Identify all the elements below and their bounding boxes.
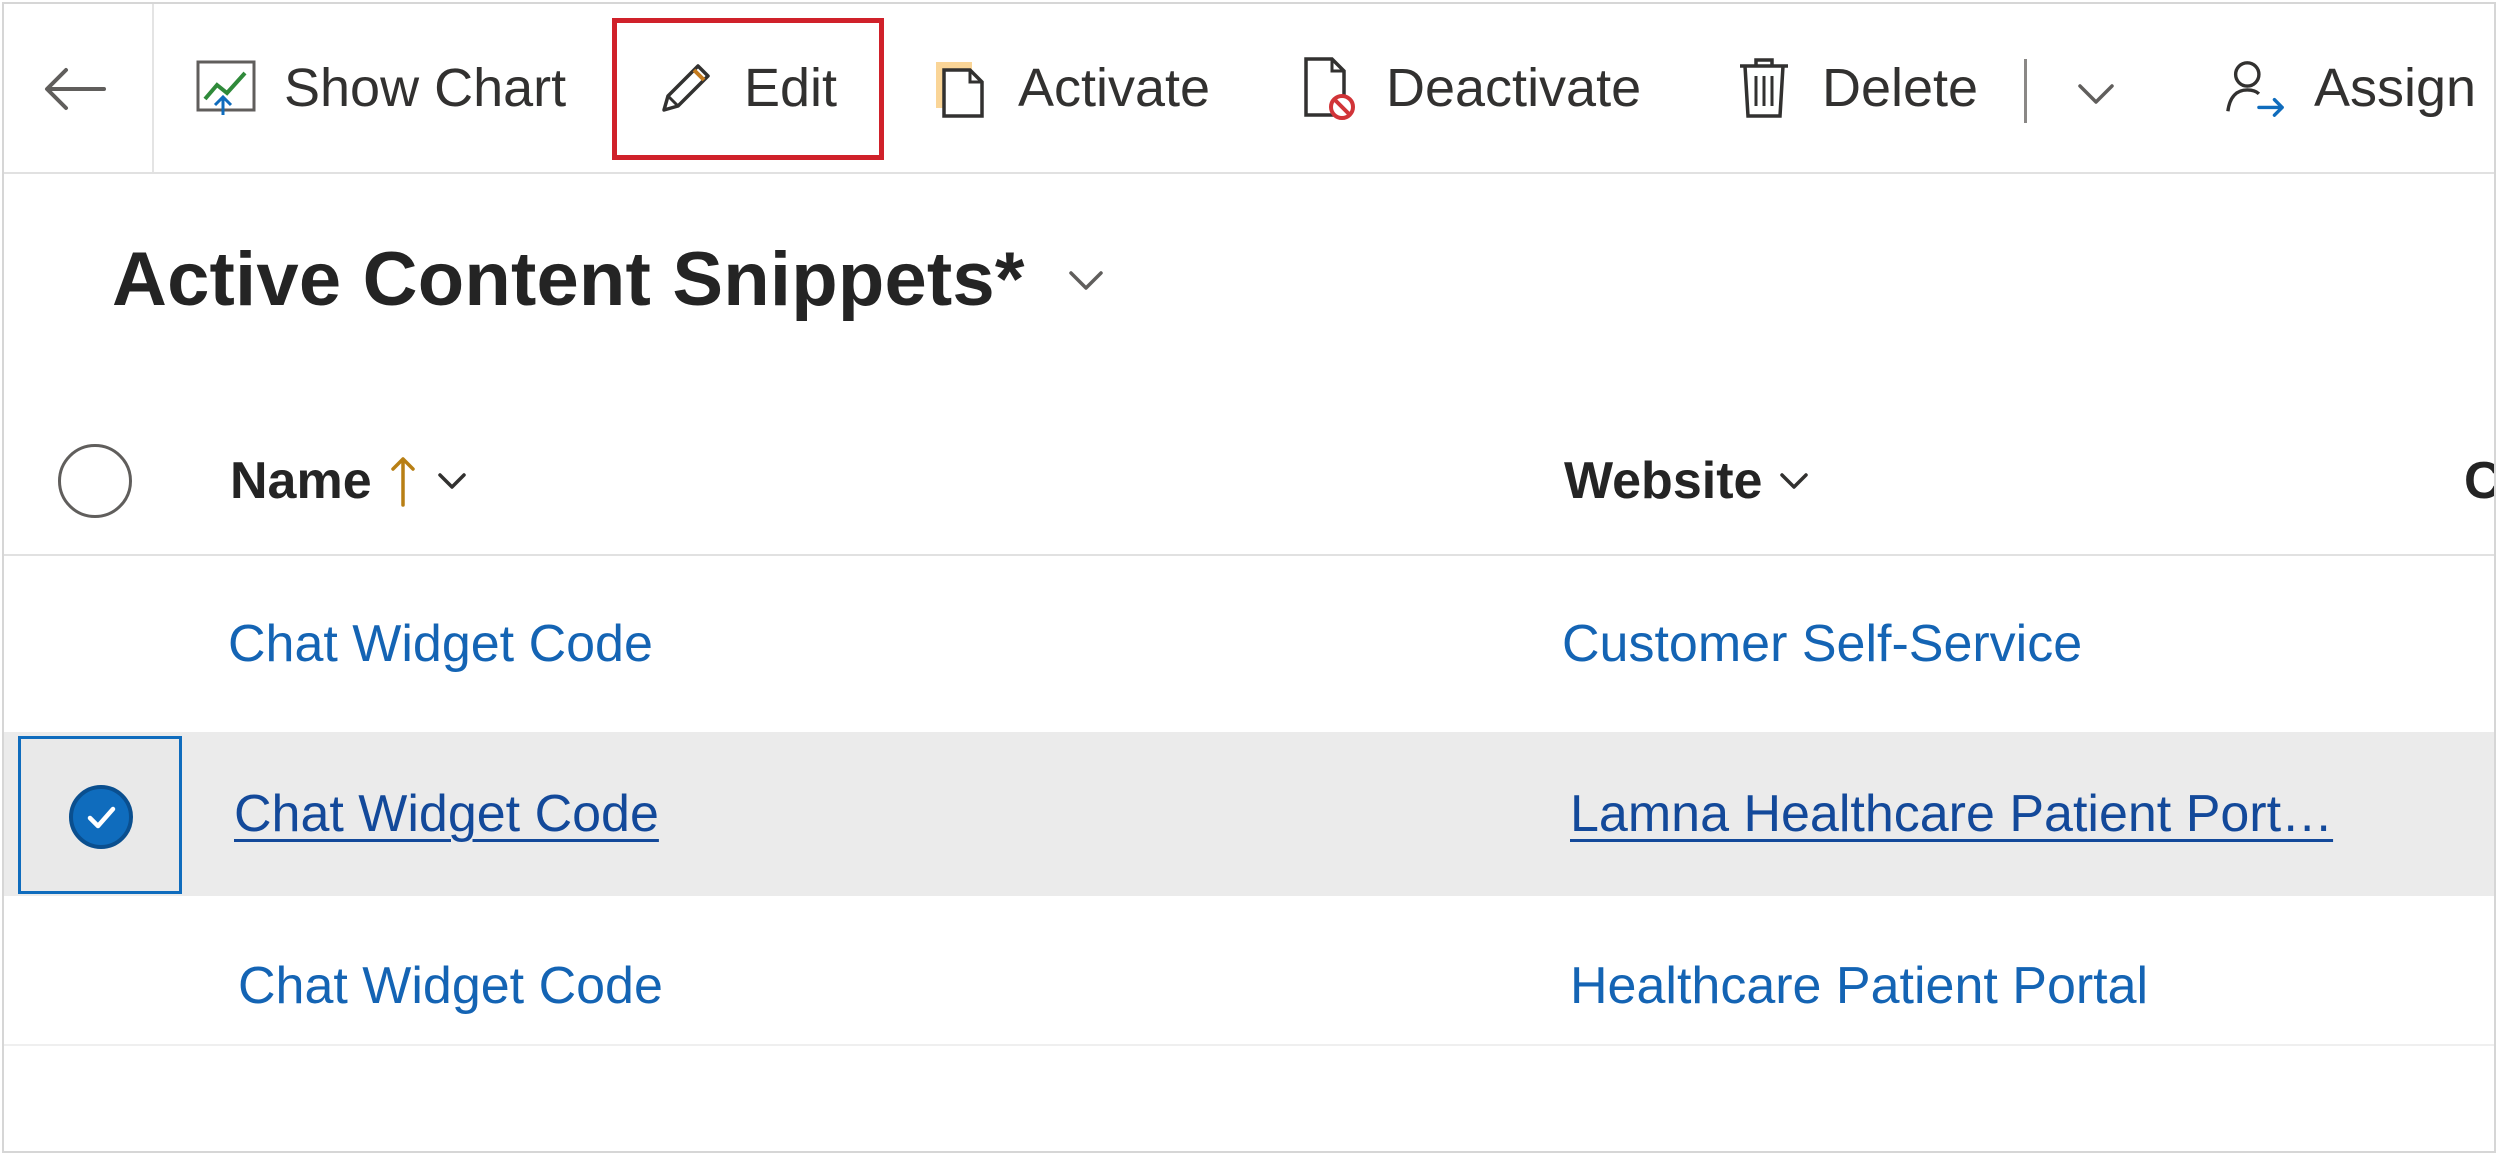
- column-header-name[interactable]: Name: [230, 436, 470, 526]
- chevron-down-icon: [437, 473, 466, 489]
- back-arrow-icon: [45, 68, 106, 110]
- back-button[interactable]: [4, 4, 154, 172]
- assign-button[interactable]: Assign: [2224, 14, 2476, 162]
- table-row[interactable]: Chat Widget Code Customer Self-Service: [4, 562, 2494, 726]
- grid-header: Name Website C: [4, 404, 2494, 556]
- assign-user-icon: [2224, 56, 2288, 120]
- row-website-link[interactable]: Lamna Healthcare Patient Port…: [1570, 732, 2333, 896]
- deactivate-icon: [1296, 56, 1360, 120]
- app-frame: Show Chart Edit Activate Deactivate Dele…: [2, 2, 2496, 1153]
- column-header-website[interactable]: Website: [1564, 436, 1812, 526]
- column-header-name-label: Name: [230, 452, 372, 510]
- activate-icon: [928, 56, 992, 120]
- sort-ascending-icon: [390, 457, 415, 507]
- trash-icon: [1732, 56, 1796, 120]
- toolbar-separator: [2024, 59, 2027, 123]
- grid-bottom-divider: [4, 1044, 2494, 1046]
- chart-icon: [194, 56, 258, 120]
- row-select-checkbox[interactable]: [18, 736, 182, 894]
- command-bar: Show Chart Edit Activate Deactivate Dele…: [4, 4, 2494, 174]
- checkmark-icon: [69, 785, 133, 849]
- row-name-link[interactable]: Chat Widget Code: [234, 732, 659, 896]
- activate-label: Activate: [1018, 58, 1211, 118]
- row-name-link[interactable]: Chat Widget Code: [228, 562, 653, 726]
- show-chart-label: Show Chart: [284, 58, 567, 118]
- edit-highlight-box: [612, 18, 884, 160]
- column-header-truncated-label: C: [2464, 451, 2494, 511]
- page-title: Active Content Snippets*: [112, 237, 1025, 322]
- deactivate-label: Deactivate: [1386, 58, 1642, 118]
- delete-label: Delete: [1822, 58, 1979, 118]
- table-row[interactable]: Chat Widget Code Lamna Healthcare Patien…: [4, 732, 2494, 896]
- column-header-truncated[interactable]: C: [2464, 436, 2494, 526]
- show-chart-button[interactable]: Show Chart: [194, 14, 566, 162]
- row-website-link[interactable]: Customer Self-Service: [1562, 562, 2082, 726]
- select-all-checkbox[interactable]: [58, 444, 132, 518]
- column-header-website-label: Website: [1564, 452, 1763, 510]
- chevron-down-icon: [1068, 270, 1103, 290]
- chevron-down-icon: [1780, 473, 1809, 489]
- delete-button[interactable]: Delete: [1732, 14, 1978, 162]
- view-selector[interactable]: Active Content Snippets*: [112, 236, 1109, 323]
- more-commands-chevron-down-icon[interactable]: [2066, 64, 2126, 124]
- deactivate-button[interactable]: Deactivate: [1296, 14, 1641, 162]
- activate-button[interactable]: Activate: [928, 14, 1210, 162]
- assign-label: Assign: [2314, 58, 2477, 118]
